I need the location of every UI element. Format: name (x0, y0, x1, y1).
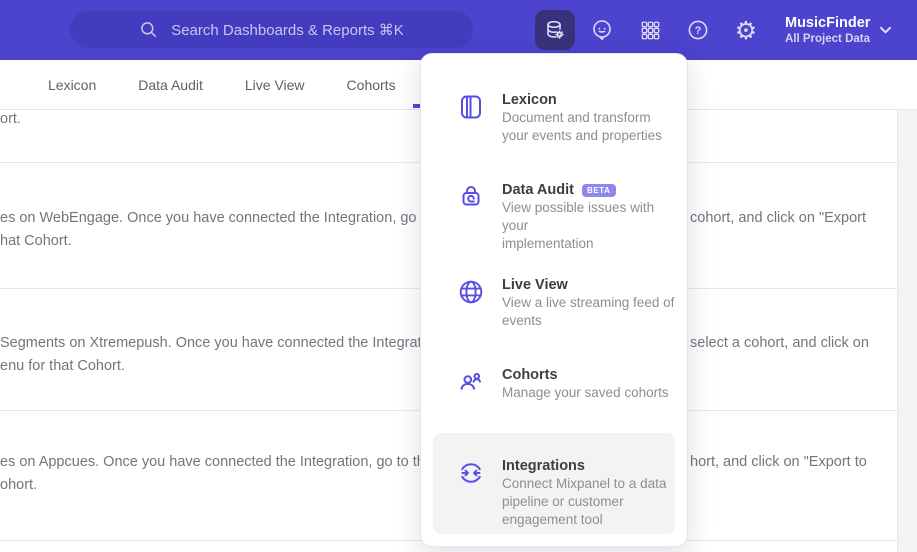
menu-item-title: Cohorts (502, 367, 558, 383)
apps-grid-button[interactable] (630, 10, 670, 50)
integration-row-text: es on Appcues. Once you have connected t… (0, 454, 449, 470)
globe-icon (457, 278, 485, 306)
menu-item-description: Document and transform your events and p… (502, 110, 662, 143)
search-icon (139, 20, 159, 40)
tab-lexicon[interactable]: Lexicon (48, 77, 96, 93)
app-screen: ort. es on WebEngage. Once you have conn… (0, 0, 917, 552)
feedback-smiley-icon (590, 18, 614, 42)
integration-row-text: cohort, and click on "Export (690, 210, 867, 226)
integration-row-text: ort. (0, 111, 21, 127)
integration-row-text: hat Cohort. (0, 233, 72, 249)
integration-row-text: select a cohort, and click on (690, 335, 869, 351)
integration-row-text: es on WebEngage. Once you have connected… (0, 210, 457, 226)
help-button[interactable]: ? (678, 10, 718, 50)
chevron-down-icon[interactable] (879, 26, 892, 35)
project-name: MusicFinder (785, 15, 871, 31)
beta-badge: BETA (581, 184, 616, 197)
integration-row-text: ohort. (0, 477, 38, 493)
book-icon (457, 93, 485, 121)
people-icon (457, 368, 485, 396)
menu-item-integrations[interactable]: Integrations Connect Mixpanel to a data … (433, 458, 675, 529)
tab-data-audit[interactable]: Data Audit (138, 77, 203, 93)
svg-text:?: ? (695, 25, 702, 37)
menu-item-title: Live View (502, 277, 568, 293)
top-navbar: Search Dashboards & Reports ⌘K ? ⚙ Music… (0, 0, 917, 60)
data-management-dropdown: Lexicon Document and transform your even… (420, 53, 688, 547)
menu-item-cohorts[interactable]: Cohorts Manage your saved cohorts (433, 367, 675, 402)
apps-grid-icon (639, 19, 662, 42)
tab-live-view[interactable]: Live View (245, 77, 305, 93)
search-input[interactable]: Search Dashboards & Reports ⌘K (70, 11, 473, 48)
help-icon: ? (686, 18, 710, 42)
integration-row-text: Segments on Xtremepush. Once you have co… (0, 335, 445, 351)
menu-item-lexicon[interactable]: Lexicon Document and transform your even… (433, 92, 675, 145)
menu-item-description: View possible issues with your implement… (502, 200, 655, 251)
tab-cohorts[interactable]: Cohorts (347, 77, 396, 93)
integration-row-text: enu for that Cohort. (0, 358, 125, 374)
menu-item-live-view[interactable]: Live View View a live streaming feed of … (433, 277, 675, 330)
menu-item-data-audit[interactable]: Data Audit BETA View possible issues wit… (433, 182, 675, 253)
search-placeholder: Search Dashboards & Reports ⌘K (171, 21, 404, 39)
menu-item-description: View a live streaming feed of events (502, 295, 675, 328)
menu-item-description: Connect Mixpanel to a data pipeline or c… (502, 476, 667, 527)
gear-icon: ⚙ (734, 15, 758, 45)
database-gear-icon (543, 18, 567, 42)
settings-button[interactable]: ⚙ (726, 10, 766, 50)
project-scope: All Project Data (785, 33, 870, 45)
scroll-gutter[interactable] (897, 110, 917, 552)
menu-item-title: Data Audit BETA (502, 182, 675, 199)
integration-row-text: hort, and click on "Export to (690, 454, 867, 470)
menu-item-integrations-highlight[interactable]: Integrations Connect Mixpanel to a data … (433, 433, 675, 534)
menu-item-title: Lexicon (502, 92, 557, 108)
menu-item-description: Manage your saved cohorts (502, 385, 669, 400)
feedback-button[interactable] (582, 10, 622, 50)
audit-lock-icon (457, 183, 485, 211)
sync-arrows-icon (457, 459, 485, 487)
menu-item-title: Integrations (502, 458, 585, 474)
project-selector[interactable]: MusicFinder All Project Data (785, 0, 870, 60)
data-management-button[interactable] (535, 10, 575, 50)
